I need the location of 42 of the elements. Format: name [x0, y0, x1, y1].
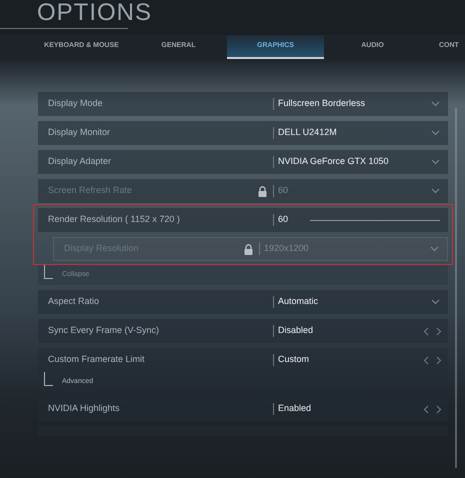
setting-value: 1920x1200	[264, 242, 309, 256]
setting-value: Automatic	[278, 295, 318, 308]
setting-value: DELL U2412M	[278, 126, 337, 140]
scrollbar[interactable]	[455, 108, 457, 468]
chevron-down-icon[interactable]	[431, 299, 440, 305]
setting-value: Fullscreen Borderless	[278, 97, 366, 110]
settings-row[interactable]: Display Mode Fullscreen Borderless	[38, 92, 448, 116]
settings-row[interactable]: Display Adapter NVIDIA GeForce GTX 1050	[38, 150, 448, 174]
settings-row[interactable]: Sync Every Frame (V-Sync) Disabled	[38, 319, 448, 343]
lock-icon	[244, 244, 253, 254]
chevron-left-icon[interactable]	[423, 356, 429, 364]
setting-value: 60	[278, 213, 288, 226]
settings-row[interactable]: Display Monitor DELL U2412M	[38, 121, 448, 145]
setting-label: NVIDIA Highlights	[48, 402, 121, 416]
settings-row[interactable]: NVIDIA Highlights Enabled	[38, 397, 448, 421]
page-title: OPTIONS	[37, 0, 154, 28]
chevron-down-icon[interactable]	[431, 159, 440, 165]
setting-label: Custom Framerate Limit	[48, 353, 146, 366]
setting-value: 60	[278, 184, 288, 198]
chevron-right-icon[interactable]	[436, 356, 442, 364]
setting-label: Render Resolution ( 1152 x 720 )	[48, 213, 181, 226]
setting-label: Display Mode	[48, 97, 104, 110]
chevron-right-icon[interactable]	[436, 326, 442, 336]
tree-line-icon	[44, 265, 53, 279]
setting-label: Aspect Ratio	[48, 295, 100, 308]
setting-label: Screen Refresh Rate	[48, 184, 134, 198]
setting-label: Sync Every Frame (V-Sync)	[48, 324, 160, 338]
setting-value: Custom	[278, 353, 310, 366]
chevron-right-icon[interactable]	[436, 404, 442, 414]
setting-value: NVIDIA GeForce GTX 1050	[278, 155, 389, 168]
setting-label: Display Monitor	[48, 126, 112, 140]
tree-line-icon	[44, 372, 53, 386]
settings-row[interactable]: Aspect Ratio Automatic	[38, 290, 448, 314]
setting-label: Display Adapter	[48, 155, 112, 168]
lock-icon	[258, 186, 267, 196]
setting-value: Disabled	[278, 324, 314, 338]
chevron-down-icon[interactable]	[431, 101, 440, 107]
settings-row[interactable]: Render Resolution ( 1152 x 720 ) 60	[38, 208, 448, 232]
chevron-down-icon[interactable]	[431, 130, 440, 136]
setting-value: Enabled	[278, 402, 312, 416]
chevron-left-icon[interactable]	[423, 404, 429, 414]
chevron-left-icon[interactable]	[423, 326, 429, 336]
